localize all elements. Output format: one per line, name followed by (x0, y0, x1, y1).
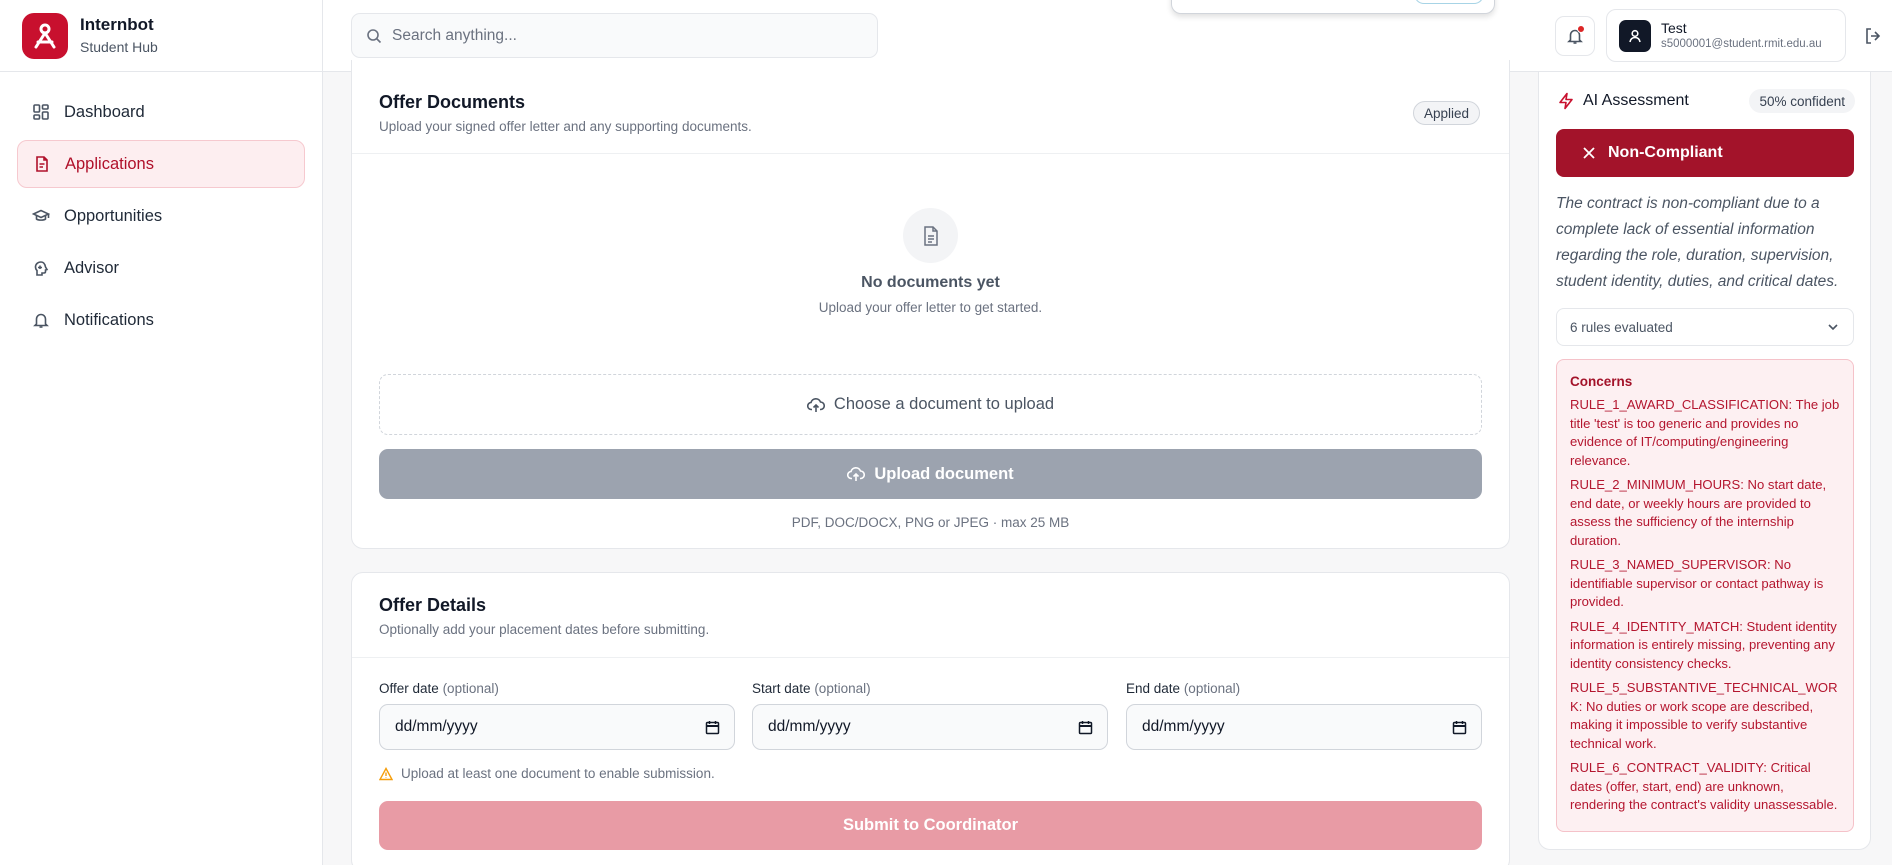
user-email: s5000001@student.rmit.edu.au (1661, 37, 1822, 50)
graduation-cap-icon (32, 207, 50, 225)
lightning-icon (1557, 92, 1583, 110)
verdict-banner: Non-Compliant (1556, 129, 1854, 177)
ai-assessment-title: AI Assessment (1583, 92, 1689, 109)
concern-item: RULE_1_AWARD_CLASSIFICATION: The job tit… (1570, 397, 1840, 468)
offer-details-title: Offer Details (379, 595, 487, 615)
empty-state-title: No documents yet (861, 274, 1000, 291)
upload-document-button[interactable]: Upload document (379, 449, 1482, 499)
offer-documents-subtitle: Upload your signed offer letter and any … (379, 119, 752, 134)
start-date-field: Start date (optional) dd/mm/yyyy (752, 681, 1108, 750)
dropdown-popover-edge (1171, 0, 1495, 14)
calendar-icon[interactable] (1452, 720, 1467, 735)
start-date-input[interactable]: dd/mm/yyyy (752, 704, 1108, 750)
calendar-icon[interactable] (1078, 720, 1093, 735)
ai-assessment-header: AI Assessment (1557, 92, 1689, 110)
end-date-label: End date (optional) (1126, 681, 1241, 696)
file-icon (33, 155, 51, 173)
warning-icon (379, 766, 401, 781)
date-value: dd/mm/yyyy (768, 718, 851, 735)
end-date-input[interactable]: dd/mm/yyyy (1126, 704, 1482, 750)
concern-item: RULE_5_SUBSTANTIVE_TECHNICAL_WORK: No du… (1570, 680, 1838, 751)
sidebar-item-advisor[interactable]: Advisor (17, 244, 305, 292)
brand[interactable]: Internbot Student Hub (0, 0, 322, 72)
confidence-badge: 50% confident (1749, 89, 1855, 113)
concerns-title: Concerns (1570, 374, 1633, 389)
search-icon (366, 28, 382, 44)
empty-state-subtitle: Upload your offer letter to get started. (818, 300, 1043, 315)
dashboard-icon (32, 103, 50, 121)
offer-date-input[interactable]: dd/mm/yyyy (379, 704, 735, 750)
logout-icon[interactable] (1863, 26, 1883, 46)
status-badge: Applied (1412, 101, 1480, 125)
choose-document-label: Choose a document to upload (833, 395, 1055, 413)
notification-dot (1577, 25, 1585, 33)
rules-evaluated-label: 6 rules evaluated (1570, 319, 1673, 335)
sidebar-item-label: Notifications (64, 310, 154, 329)
choose-document-button[interactable]: Choose a document to upload (379, 374, 1482, 435)
offer-documents-title: Offer Documents (379, 92, 526, 112)
sidebar-item-label: Dashboard (64, 102, 145, 121)
sidebar-item-label: Opportunities (64, 206, 163, 225)
offer-details-card: Offer Details Optionally add your placem… (351, 572, 1510, 865)
concern-item: RULE_3_NAMED_SUPERVISOR: No identifiable… (1570, 557, 1824, 609)
submission-warning: Upload at least one document to enable s… (379, 766, 715, 781)
start-date-label: Start date (optional) (752, 681, 871, 696)
verdict-label: Non-Compliant (1608, 144, 1723, 161)
brain-icon (32, 259, 50, 277)
date-value: dd/mm/yyyy (395, 718, 478, 735)
brand-name: Internbot (80, 14, 154, 34)
offer-documents-card: Offer Documents Upload your signed offer… (351, 60, 1510, 549)
search-input[interactable]: Search anything... (351, 13, 878, 58)
divider (352, 657, 1509, 658)
divider (352, 153, 1509, 154)
logo-icon (22, 12, 68, 59)
search-placeholder: Search anything... (392, 26, 517, 44)
sidebar-item-notifications[interactable]: Notifications (17, 296, 305, 344)
file-formats-hint: PDF, DOC/DOCX, PNG or JPEG · max 25 MB (791, 515, 1070, 530)
close-icon (1582, 146, 1608, 160)
sidebar-item-dashboard[interactable]: Dashboard (17, 88, 305, 136)
chevron-down-icon (1826, 320, 1840, 334)
sidebar-item-opportunities[interactable]: Opportunities (17, 192, 305, 240)
user-menu[interactable]: Test s5000001@student.rmit.edu.au (1606, 9, 1846, 62)
avatar (1619, 19, 1651, 52)
sidebar-item-applications[interactable]: Applications (17, 140, 305, 188)
concerns-box: Concerns RULE_1_AWARD_CLASSIFICATION: Th… (1556, 359, 1854, 832)
calendar-icon[interactable] (705, 720, 720, 735)
upload-document-label: Upload document (874, 464, 1014, 483)
offer-date-field: Offer date (optional) dd/mm/yyyy (379, 681, 735, 750)
ai-assessment-panel: AI Assessment 50% confident Non-Complian… (1538, 72, 1871, 850)
concern-item: RULE_2_MINIMUM_HOURS: No start date, end… (1570, 477, 1827, 548)
sidebar-item-label: Advisor (64, 258, 120, 277)
bell-icon (32, 311, 50, 329)
cloud-upload-icon (847, 465, 874, 483)
rules-evaluated-toggle[interactable]: 6 rules evaluated (1556, 308, 1854, 346)
cloud-upload-icon (806, 396, 834, 414)
submit-to-coordinator-button[interactable]: Submit to Coordinator (379, 801, 1482, 850)
brand-subtitle: Student Hub (80, 38, 158, 55)
sidebar-item-label: Applications (65, 154, 154, 173)
notifications-button[interactable] (1555, 16, 1595, 56)
concern-item: RULE_4_IDENTITY_MATCH: Student identity … (1570, 618, 1837, 671)
document-icon (903, 208, 958, 263)
concern-item: RULE_6_CONTRACT_VALIDITY: Critical dates… (1570, 760, 1838, 812)
sidebar: Internbot Student Hub Dashboard Applicat… (0, 0, 323, 865)
empty-state: No documents yet Upload your offer lette… (352, 208, 1509, 315)
submission-warning-text: Upload at least one document to enable s… (401, 766, 715, 781)
sidebar-nav: Dashboard Applications Opportunities Adv… (0, 72, 322, 364)
user-name: Test (1661, 19, 1687, 36)
date-value: dd/mm/yyyy (1142, 718, 1225, 735)
offer-details-subtitle: Optionally add your placement dates befo… (379, 622, 710, 637)
end-date-field: End date (optional) dd/mm/yyyy (1126, 681, 1482, 750)
offer-date-label: Offer date (optional) (379, 681, 499, 696)
assessment-summary: The contract is non-compliant due to a c… (1556, 195, 1839, 290)
